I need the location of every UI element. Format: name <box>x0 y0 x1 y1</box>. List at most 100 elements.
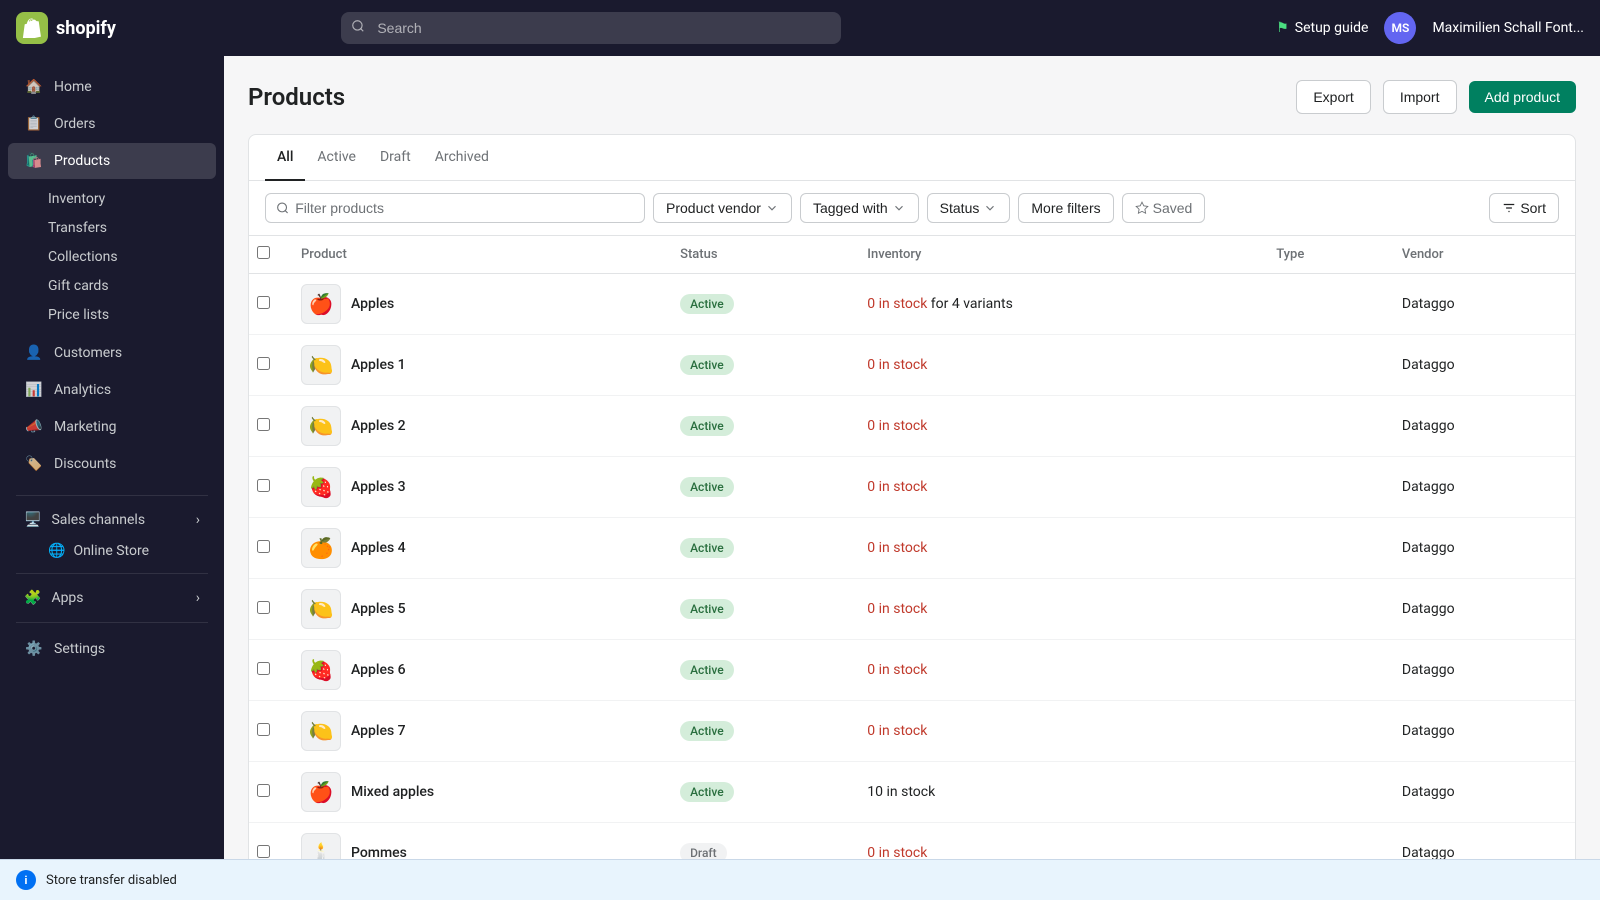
status-badge: Active <box>680 660 734 680</box>
sidebar-label-marketing: Marketing <box>54 419 117 435</box>
user-initials: MS <box>1392 21 1410 35</box>
row-checkbox-4[interactable] <box>257 479 270 492</box>
more-filters-button[interactable]: More filters <box>1018 193 1113 223</box>
sidebar-item-home[interactable]: 🏠 Home <box>8 69 216 105</box>
status-cell: Active <box>668 518 855 579</box>
vendor-cell: Dataggo <box>1390 823 1575 860</box>
products-submenu: Inventory Transfers Collections Gift car… <box>0 180 224 334</box>
row-checkbox-2[interactable] <box>257 357 270 370</box>
select-all-checkbox[interactable] <box>257 246 270 259</box>
sidebar-sub-inventory[interactable]: Inventory <box>8 185 216 213</box>
row-checkbox-1[interactable] <box>257 296 270 309</box>
sidebar-item-products[interactable]: 🛍️ Products <box>8 143 216 179</box>
sort-button[interactable]: Sort <box>1489 193 1559 223</box>
row-checkbox-cell <box>249 762 289 823</box>
row-checkbox-3[interactable] <box>257 418 270 431</box>
status-badge: Draft <box>680 843 727 859</box>
sidebar-item-settings[interactable]: ⚙️ Settings <box>8 631 216 667</box>
status-badge: Active <box>680 416 734 436</box>
table-row[interactable]: 🍋 Apples 7 Active 0 in stock Dataggo <box>249 701 1575 762</box>
sidebar-label-home: Home <box>54 79 92 95</box>
products-tbody: 🍎 Apples Active 0 in stock for 4 variant… <box>249 274 1575 860</box>
product-thumbnail: 🍎 <box>301 772 341 812</box>
vendor-value: Dataggo <box>1402 784 1455 800</box>
vendor-cell: Dataggo <box>1390 518 1575 579</box>
apps-chevron-icon: › <box>196 590 200 606</box>
row-checkbox-7[interactable] <box>257 662 270 675</box>
logo[interactable]: shopify <box>16 12 116 44</box>
add-product-button[interactable]: Add product <box>1469 81 1577 113</box>
tab-draft[interactable]: Draft <box>368 135 423 181</box>
product-name: Apples 4 <box>351 540 406 556</box>
vendor-cell: Dataggo <box>1390 274 1575 335</box>
page-header: Products Export Import Add product <box>248 80 1576 114</box>
row-checkbox-10[interactable] <box>257 845 270 858</box>
products-table: Product Status Inventory Type Vendor 🍎 <box>249 236 1575 859</box>
setup-guide-button[interactable]: ⚑ Setup guide <box>1276 20 1368 36</box>
product-thumbnail: 🍓 <box>301 650 341 690</box>
sidebar-item-customers[interactable]: 👤 Customers <box>8 335 216 371</box>
type-cell <box>1264 396 1390 457</box>
table-row[interactable]: 🍓 Apples 6 Active 0 in stock Dataggo <box>249 640 1575 701</box>
status-cell: Draft <box>668 823 855 860</box>
setup-guide-label: Setup guide <box>1295 20 1369 36</box>
sidebar-sub-transfers[interactable]: Transfers <box>8 214 216 242</box>
saved-button[interactable]: Saved <box>1122 193 1206 223</box>
status-col-header: Status <box>668 236 855 274</box>
import-button[interactable]: Import <box>1383 80 1457 114</box>
table-row[interactable]: 🍋 Apples 2 Active 0 in stock Dataggo <box>249 396 1575 457</box>
sort-icon <box>1502 201 1516 215</box>
filter-search-container <box>265 193 645 223</box>
search-input[interactable] <box>341 12 841 44</box>
tab-active[interactable]: Active <box>305 135 368 181</box>
row-checkbox-9[interactable] <box>257 784 270 797</box>
tagged-with-filter[interactable]: Tagged with <box>800 193 919 223</box>
status-cell: Active <box>668 579 855 640</box>
sidebar-item-analytics[interactable]: 📊 Analytics <box>8 372 216 408</box>
table-row[interactable]: 🕯️ Pommes Draft 0 in stock Dataggo <box>249 823 1575 860</box>
product-thumbnail: 🕯️ <box>301 833 341 859</box>
store-transfer-banner: i Store transfer disabled <box>0 859 1600 900</box>
export-button[interactable]: Export <box>1296 80 1370 114</box>
table-row[interactable]: 🍎 Apples Active 0 in stock for 4 variant… <box>249 274 1575 335</box>
sidebar-label-products: Products <box>54 153 110 169</box>
row-checkbox-5[interactable] <box>257 540 270 553</box>
filter-products-input[interactable] <box>295 200 634 216</box>
table-row[interactable]: 🍊 Apples 4 Active 0 in stock Dataggo <box>249 518 1575 579</box>
sidebar-apps[interactable]: 🧩 Apps › <box>8 582 216 614</box>
sidebar-item-orders[interactable]: 📋 Orders <box>8 106 216 142</box>
inventory-extra: for 4 variants <box>927 296 1012 312</box>
status-filter[interactable]: Status <box>927 193 1011 223</box>
status-badge: Active <box>680 477 734 497</box>
product-vendor-filter[interactable]: Product vendor <box>653 193 792 223</box>
row-checkbox-cell <box>249 579 289 640</box>
sidebar-item-marketing[interactable]: 📣 Marketing <box>8 409 216 445</box>
row-checkbox-6[interactable] <box>257 601 270 614</box>
sales-channels-icon: 🖥️ <box>24 512 41 528</box>
sidebar-sales-channels[interactable]: 🖥️ Sales channels › <box>8 504 216 536</box>
table-row[interactable]: 🍎 Mixed apples Active 10 in stock Datagg… <box>249 762 1575 823</box>
product-name: Apples 6 <box>351 662 406 678</box>
inventory-value: 0 in stock <box>867 662 927 678</box>
sidebar-sub-gift-cards[interactable]: Gift cards <box>8 272 216 300</box>
row-checkbox-cell <box>249 823 289 860</box>
sidebar-sub-collections[interactable]: Collections <box>8 243 216 271</box>
status-cell: Active <box>668 762 855 823</box>
inventory-cell: 0 in stock <box>855 457 1264 518</box>
status-cell: Active <box>668 640 855 701</box>
avatar[interactable]: MS <box>1384 12 1416 44</box>
vendor-value: Dataggo <box>1402 296 1455 312</box>
row-checkbox-8[interactable] <box>257 723 270 736</box>
product-thumbnail: 🍊 <box>301 528 341 568</box>
sidebar-sub-price-lists[interactable]: Price lists <box>8 301 216 329</box>
tab-archived[interactable]: Archived <box>423 135 501 181</box>
page-title: Products <box>248 83 345 111</box>
table-row[interactable]: 🍋 Apples 5 Active 0 in stock Dataggo <box>249 579 1575 640</box>
table-row[interactable]: 🍋 Apples 1 Active 0 in stock Dataggo <box>249 335 1575 396</box>
tab-all[interactable]: All <box>265 135 305 181</box>
table-row[interactable]: 🍓 Apples 3 Active 0 in stock Dataggo <box>249 457 1575 518</box>
inventory-cell: 10 in stock <box>855 762 1264 823</box>
sidebar-sub-online-store[interactable]: 🌐 Online Store <box>8 537 216 565</box>
vendor-value: Dataggo <box>1402 418 1455 434</box>
sidebar-item-discounts[interactable]: 🏷️ Discounts <box>8 446 216 482</box>
